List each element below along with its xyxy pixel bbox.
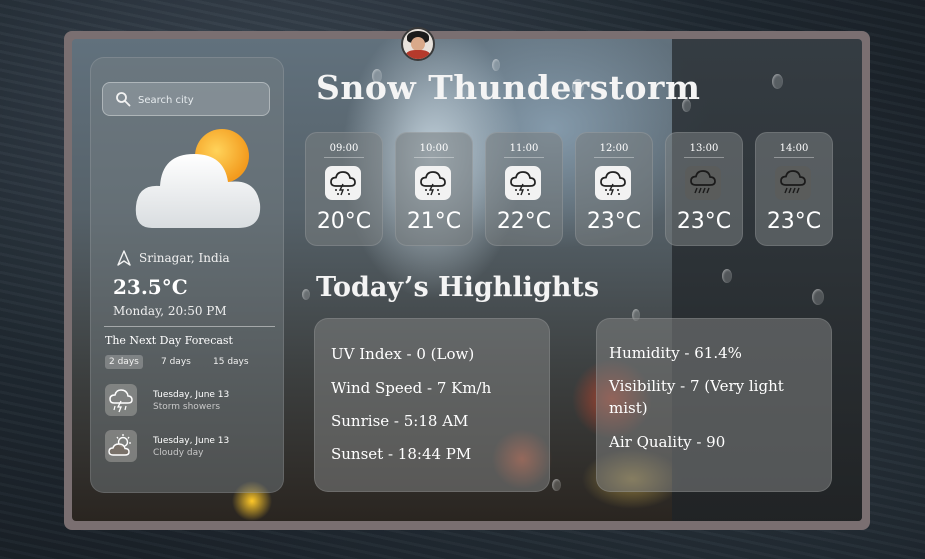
divider xyxy=(774,157,814,158)
search-box[interactable] xyxy=(102,82,270,116)
current-temperature: 23.5°C xyxy=(113,275,188,299)
forecast-range-tabs: 2 days 7 days 15 days xyxy=(105,355,265,371)
rain-cloud-icon xyxy=(685,166,721,200)
wind-speed: Wind Speed - 7 Km/h xyxy=(331,379,492,397)
hour-card[interactable]: 12:00 23°C xyxy=(575,132,653,246)
divider xyxy=(104,326,275,327)
condition-headline: Snow Thunderstorm xyxy=(316,68,701,107)
sunrise: Sunrise - 5:18 AM xyxy=(331,412,469,430)
cloudy-day-icon xyxy=(105,430,137,462)
hour-time: 10:00 xyxy=(419,143,449,154)
avatar[interactable] xyxy=(401,27,435,61)
tab-2-days[interactable]: 2 days xyxy=(105,355,143,369)
divider xyxy=(414,157,454,158)
forecast-item[interactable]: Tuesday, June 13 Storm showers xyxy=(105,384,275,420)
navigation-arrow-icon xyxy=(117,250,131,266)
uv-index: UV Index - 0 (Low) xyxy=(331,345,475,363)
divider xyxy=(684,157,724,158)
hour-card[interactable]: 09:00 20°C xyxy=(305,132,383,246)
highlights-card-left: UV Index - 0 (Low) Wind Speed - 7 Km/h S… xyxy=(314,318,550,492)
divider xyxy=(324,157,364,158)
air-quality: Air Quality - 90 xyxy=(609,433,726,451)
sidebar-panel: Srinagar, India 23.5°C Monday, 20:50 PM … xyxy=(90,57,284,493)
divider xyxy=(504,157,544,158)
hour-temperature: 23°C xyxy=(586,209,642,234)
forecast-title: The Next Day Forecast xyxy=(105,334,233,347)
hour-time: 13:00 xyxy=(689,143,719,154)
hour-card[interactable]: 13:00 23°C xyxy=(665,132,743,246)
sun-behind-cloud-icon xyxy=(135,129,261,228)
search-icon[interactable] xyxy=(115,91,131,107)
snow-thunderstorm-icon xyxy=(505,166,541,200)
forecast-item[interactable]: Tuesday, June 13 Cloudy day xyxy=(105,430,275,466)
tab-7-days[interactable]: 7 days xyxy=(157,355,195,369)
divider xyxy=(594,157,634,158)
raindrop xyxy=(772,74,783,89)
storm-showers-icon xyxy=(105,384,137,416)
hour-temperature: 23°C xyxy=(676,209,732,234)
snow-thunderstorm-icon xyxy=(415,166,451,200)
highlights-card-right: Humidity - 61.4% Visibility - 7 (Very li… xyxy=(596,318,832,492)
forecast-summary: Cloudy day xyxy=(153,448,204,458)
hour-card[interactable]: 11:00 22°C xyxy=(485,132,563,246)
rain-cloud-icon xyxy=(775,166,811,200)
raindrop xyxy=(552,479,561,491)
hour-card[interactable]: 10:00 21°C xyxy=(395,132,473,246)
hour-temperature: 21°C xyxy=(406,209,462,234)
raindrop xyxy=(722,269,732,283)
tab-15-days[interactable]: 15 days xyxy=(209,355,253,369)
hour-temperature: 23°C xyxy=(766,209,822,234)
hour-time: 11:00 xyxy=(509,143,539,154)
current-datetime: Monday, 20:50 PM xyxy=(113,304,227,318)
forecast-summary: Storm showers xyxy=(153,402,221,412)
raindrop xyxy=(812,289,824,305)
hour-time: 09:00 xyxy=(329,143,359,154)
raindrop xyxy=(302,289,310,300)
location: Srinagar, India xyxy=(117,250,230,266)
hour-time: 12:00 xyxy=(599,143,629,154)
hour-card[interactable]: 14:00 23°C xyxy=(755,132,833,246)
highlights-title: Today’s Highlights xyxy=(316,272,600,303)
hour-temperature: 22°C xyxy=(496,209,552,234)
snow-thunderstorm-icon xyxy=(595,166,631,200)
location-label: Srinagar, India xyxy=(139,251,230,265)
snow-thunderstorm-icon xyxy=(325,166,361,200)
sunset: Sunset - 18:44 PM xyxy=(331,445,472,463)
hour-temperature: 20°C xyxy=(316,209,372,234)
forecast-date: Tuesday, June 13 xyxy=(153,436,230,446)
hour-time: 14:00 xyxy=(779,143,809,154)
search-input[interactable] xyxy=(136,89,265,111)
humidity: Humidity - 61.4% xyxy=(609,344,742,362)
visibility: Visibility - 7 (Very light mist) xyxy=(609,377,784,417)
forecast-date: Tuesday, June 13 xyxy=(153,390,230,400)
